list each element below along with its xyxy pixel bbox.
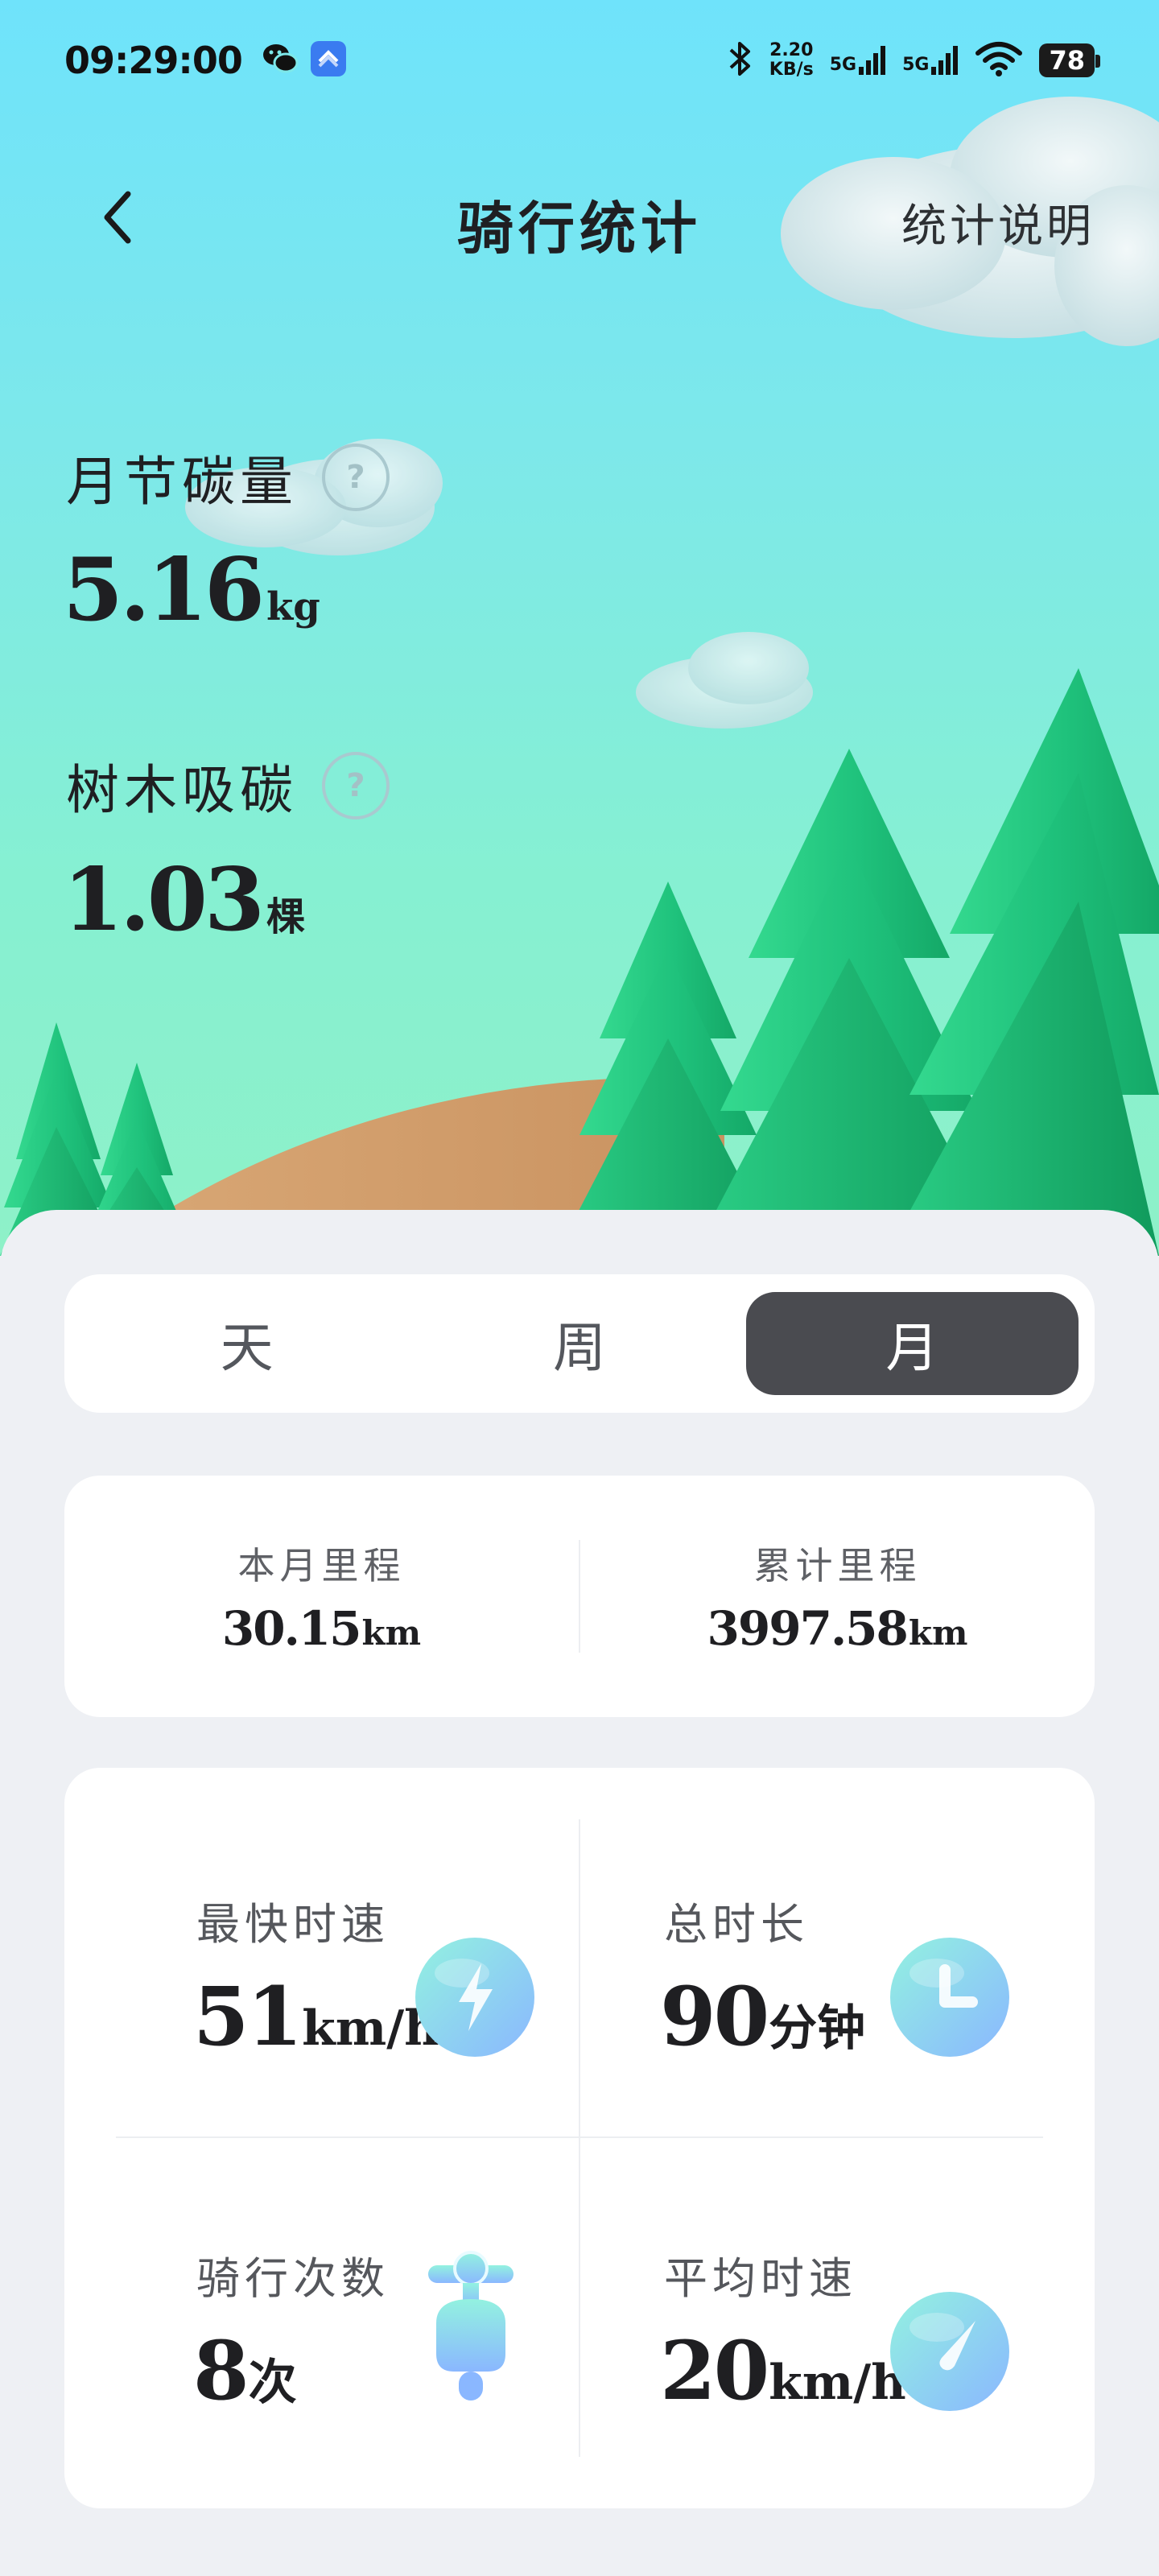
tree-absorption-number: 1.03 — [63, 849, 265, 951]
cloud-small-mid — [636, 632, 813, 729]
status-time: 09:29:00 — [64, 39, 243, 82]
monthly-distance-unit: km — [361, 1613, 422, 1653]
distance-card: 本月里程 30.15km 累计里程 3997.58km — [64, 1476, 1095, 1717]
network-speed-value: 2.20 — [769, 40, 814, 60]
total-distance-label: 累计里程 — [753, 1544, 922, 1587]
tab-week[interactable]: 周 — [413, 1292, 745, 1395]
bluetooth-icon — [726, 40, 753, 80]
ride-count-number: 8 — [193, 2323, 250, 2418]
tree-absorption-unit: 棵 — [266, 894, 306, 939]
total-time-unit: 分钟 — [769, 2000, 866, 2057]
hero-banner: 09:29:00 2.20 KB/s 5G 5G 78 骑行统计 统计说明 月节… — [0, 0, 1159, 1256]
signal-1: 5G — [830, 46, 886, 75]
signal-2-label: 5G — [902, 55, 930, 75]
tree-absorption-value: 1.03 棵 — [63, 849, 305, 951]
stat-avg-speed: 平均时速 20km/h — [580, 2138, 1095, 2492]
wechat-icon — [262, 40, 299, 80]
stat-ride-count: 骑行次数 8次 — [64, 2138, 580, 2492]
carbon-help-icon[interactable]: ? — [322, 444, 390, 511]
total-distance-value: 3997.58km — [707, 1601, 968, 1656]
network-speed: 2.20 KB/s — [769, 41, 814, 80]
avg-speed-label: 平均时速 — [664, 2253, 857, 2304]
avg-speed-value: 20km/h — [660, 2323, 906, 2418]
max-speed-label: 最快时速 — [196, 1899, 390, 1950]
monthly-distance: 本月里程 30.15km — [64, 1476, 579, 1717]
signal-1-label: 5G — [829, 55, 857, 75]
speedometer-icon — [890, 2292, 1009, 2411]
total-time-value: 90分钟 — [660, 1969, 865, 2064]
carbon-saved-number: 5.16 — [63, 539, 265, 641]
tab-month[interactable]: 月 — [745, 1292, 1079, 1395]
signal-2: 5G — [902, 46, 959, 75]
battery-indicator: 78 — [1039, 43, 1100, 77]
max-speed-number: 51 — [193, 1969, 303, 2064]
total-distance-unit: km — [908, 1613, 968, 1653]
ride-count-unit: 次 — [248, 2355, 297, 2411]
tab-day[interactable]: 天 — [80, 1292, 413, 1395]
total-time-label: 总时长 — [664, 1899, 809, 1950]
scooter-icon — [428, 2251, 514, 2401]
ride-count-value: 8次 — [193, 2323, 297, 2418]
monthly-distance-number: 30.15 — [221, 1601, 362, 1656]
lightning-icon — [415, 1938, 534, 2057]
tree-absorption-label-row: 树木吸碳 ? — [66, 747, 390, 824]
status-bar: 09:29:00 2.20 KB/s 5G 5G 78 — [0, 0, 1159, 121]
total-time-number: 90 — [660, 1969, 769, 2064]
total-distance: 累计里程 3997.58km — [580, 1476, 1095, 1717]
avg-speed-number: 20 — [660, 2323, 769, 2418]
ride-count-label: 骑行次数 — [196, 2253, 390, 2304]
wifi-icon — [975, 40, 1023, 80]
monthly-distance-label: 本月里程 — [237, 1544, 406, 1587]
stat-total-time: 总时长 90分钟 — [580, 1768, 1095, 2122]
tree-help-icon[interactable]: ? — [322, 752, 390, 819]
clock-icon — [890, 1938, 1009, 2057]
notification-app-icon — [310, 40, 347, 80]
stat-max-speed: 最快时速 51km/h — [64, 1768, 580, 2122]
signal-bars-icon — [931, 46, 959, 75]
network-speed-unit: KB/s — [769, 60, 814, 80]
total-distance-number: 3997.58 — [707, 1601, 909, 1656]
nav-bar: 骑行统计 统计说明 — [0, 161, 1159, 274]
period-tabs: 天 周 月 — [64, 1274, 1095, 1413]
carbon-saved-label-row: 月节碳量 ? — [66, 439, 390, 516]
status-indicators: 2.20 KB/s 5G 5G 78 — [726, 40, 1100, 80]
signal-bars-icon — [859, 46, 886, 75]
ride-stats-card: 最快时速 51km/h 总时长 90分钟 骑行次数 8次 平均时速 20km/h — [64, 1768, 1095, 2508]
carbon-saved-value: 5.16 kg — [63, 539, 320, 641]
stats-sheet: 天 周 月 本月里程 30.15km 累计里程 3997.58km 最快时速 5… — [0, 1210, 1159, 2576]
max-speed-value: 51km/h — [193, 1969, 439, 2064]
carbon-saved-label: 月节碳量 — [66, 451, 298, 513]
carbon-saved-unit: kg — [266, 584, 320, 630]
tree-absorption-label: 树木吸碳 — [66, 759, 298, 821]
stats-explanation-link[interactable]: 统计说明 — [901, 190, 1095, 255]
monthly-distance-value: 30.15km — [222, 1601, 421, 1656]
